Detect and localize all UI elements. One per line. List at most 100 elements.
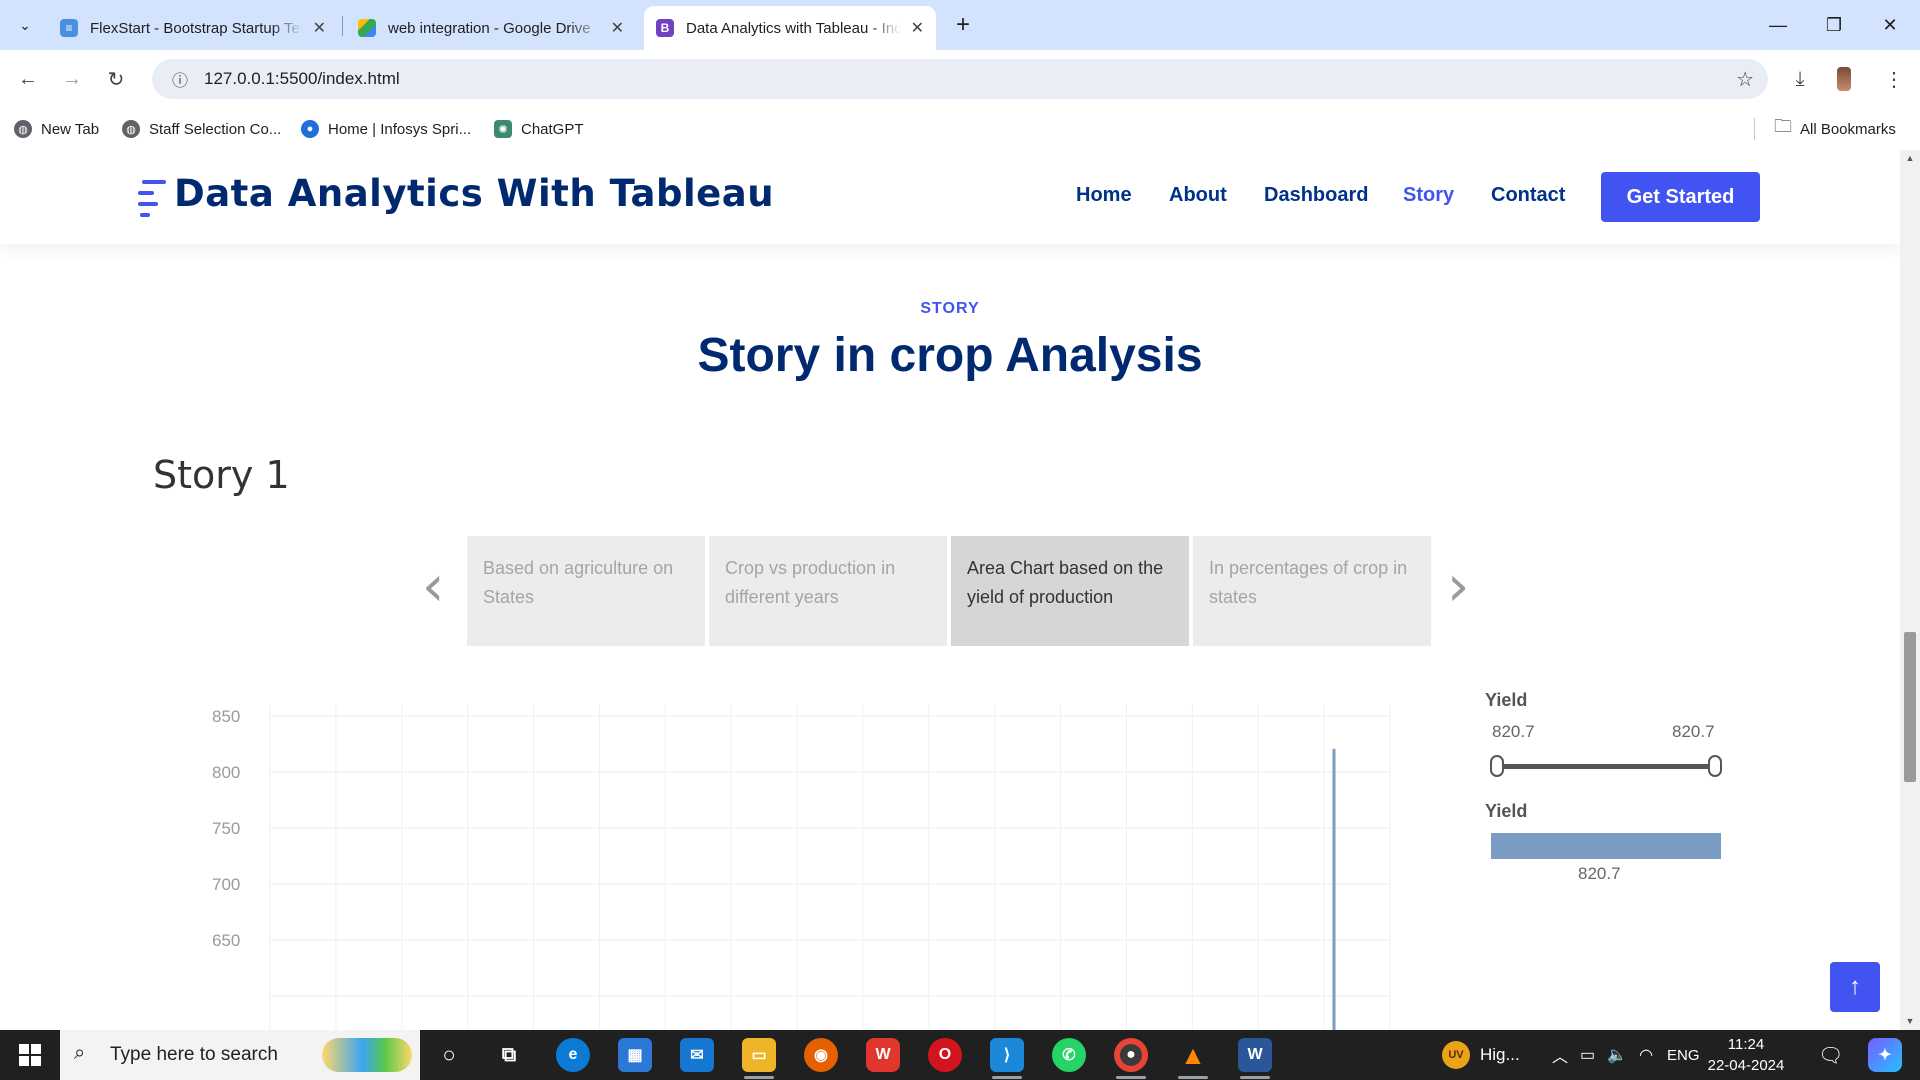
tab-search-chevron-icon[interactable]: ⌄ xyxy=(10,10,40,40)
range-slider-track[interactable] xyxy=(1497,764,1715,769)
nav-story[interactable]: Story xyxy=(1403,184,1454,207)
nav-contact[interactable]: Contact xyxy=(1491,184,1565,207)
file-explorer-icon[interactable]: ▭ xyxy=(742,1038,776,1072)
scroll-up-arrow-icon[interactable]: ▲ xyxy=(1900,153,1920,167)
bookmark-label: New Tab xyxy=(41,120,100,138)
range-filter-title: Yield xyxy=(1485,690,1528,710)
bookmark-label: ChatGPT xyxy=(521,120,584,138)
story-prev-arrow-icon[interactable]: ‹ xyxy=(422,554,444,619)
site-info-icon[interactable]: ⓘ xyxy=(162,67,198,91)
globe-icon: ◍ xyxy=(14,120,32,138)
address-bar[interactable]: ⓘ 127.0.0.1:5500/index.html ☆ xyxy=(152,59,1768,99)
scroll-down-arrow-icon[interactable]: ▼ xyxy=(1900,1016,1920,1030)
search-icon: ⌕ xyxy=(74,1042,86,1064)
language-indicator[interactable]: ENG xyxy=(1667,1047,1700,1064)
back-to-top-button[interactable]: ↑ xyxy=(1830,962,1880,1012)
firefox-icon[interactable]: ◉ xyxy=(804,1038,838,1072)
browser-tab-google-drive[interactable]: web integration - Google Drive ✕ xyxy=(346,6,636,50)
vscode-icon[interactable]: ⟩ xyxy=(990,1038,1024,1072)
browser-tab-active[interactable]: B Data Analytics with Tableau - Index ✕ xyxy=(644,6,936,50)
scrollbar-thumb[interactable] xyxy=(1904,632,1916,782)
weather-text: Hig... xyxy=(1480,1045,1520,1064)
whatsapp-icon[interactable]: ✆ xyxy=(1052,1038,1086,1072)
get-started-button[interactable]: Get Started xyxy=(1601,172,1760,222)
volume-icon[interactable]: 🔈 xyxy=(1607,1045,1627,1065)
back-arrow-icon[interactable]: ← xyxy=(12,63,44,95)
task-view-icon[interactable]: ⧉ xyxy=(492,1038,526,1072)
range-slider-max-handle[interactable] xyxy=(1708,755,1722,777)
mail-icon[interactable]: ✉ xyxy=(680,1038,714,1072)
notifications-icon[interactable]: 🗨 xyxy=(1818,1030,1843,1080)
y-tick-label: 800 xyxy=(212,763,240,782)
section-kicker: STORY xyxy=(920,300,980,317)
bookmark-star-icon[interactable]: ☆ xyxy=(1736,67,1754,92)
bookmark-new-tab[interactable]: ◍ New Tab xyxy=(14,116,99,142)
browser-menu-icon[interactable]: ⋮ xyxy=(1878,63,1910,95)
nav-dashboard[interactable]: Dashboard xyxy=(1264,184,1368,207)
clock-date: 22-04-2024 xyxy=(1707,1057,1785,1074)
windows-start-icon[interactable] xyxy=(0,1030,60,1080)
browser-toolbar: ← → ↻ ⓘ 127.0.0.1:5500/index.html ☆ ⤓ ⋮ xyxy=(0,50,1920,108)
weather-widget[interactable]: UV Hig... xyxy=(1442,1030,1520,1080)
y-tick-label: 750 xyxy=(212,819,240,838)
new-tab-plus-icon[interactable]: + xyxy=(948,10,978,40)
page-scrollbar[interactable]: ▲ ▼ xyxy=(1900,150,1920,1030)
tab-title: FlexStart - Bootstrap Startup Template xyxy=(90,19,303,37)
story-next-arrow-icon[interactable]: › xyxy=(1447,554,1469,619)
wifi-icon[interactable]: ◠ xyxy=(1639,1045,1653,1065)
folder-icon: 🗀 xyxy=(1774,116,1792,136)
edge-icon[interactable]: e xyxy=(556,1038,590,1072)
minimize-icon[interactable]: — xyxy=(1750,0,1806,50)
taskbar-search-box[interactable]: ⌕ Type here to search xyxy=(60,1030,420,1080)
area-chart[interactable]: 850 800 750 700 650 xyxy=(210,674,1460,1030)
bookmarks-bar: ◍ New Tab ◍ Staff Selection Co... ● Home… xyxy=(0,108,1920,150)
system-tray-icons[interactable]: ︿ ▭ 🔈 ◠ ENG xyxy=(1552,1030,1700,1080)
opera-icon[interactable]: O xyxy=(928,1038,962,1072)
vlc-icon[interactable]: ▲ xyxy=(1176,1038,1210,1072)
story-point-2[interactable]: Crop vs production in different years xyxy=(709,536,947,646)
logo-lines-icon[interactable] xyxy=(138,180,166,217)
running-indicator xyxy=(1116,1076,1146,1079)
profile-avatar[interactable] xyxy=(1828,63,1860,95)
tray-overflow-chevron-icon[interactable]: ︿ xyxy=(1552,1043,1568,1067)
bookmark-divider xyxy=(1754,118,1755,140)
reload-icon[interactable]: ↻ xyxy=(100,63,132,95)
running-indicator xyxy=(1240,1076,1270,1079)
cortana-icon[interactable]: ○ xyxy=(432,1038,466,1072)
restore-icon[interactable]: ❐ xyxy=(1806,0,1862,50)
bookmark-chatgpt[interactable]: ✺ ChatGPT xyxy=(494,116,584,142)
battery-icon[interactable]: ▭ xyxy=(1580,1045,1595,1065)
site-header: Data Analytics With Tableau Home About D… xyxy=(0,150,1900,244)
taskbar-clock[interactable]: 11:24 22-04-2024 xyxy=(1706,1034,1786,1076)
story-title: Story 1 xyxy=(153,453,290,497)
story-point-3-selected[interactable]: Area Chart based on the yield of product… xyxy=(951,536,1189,646)
close-tab-icon[interactable]: ✕ xyxy=(611,18,624,38)
bookmark-infosys[interactable]: ● Home | Infosys Spri... xyxy=(301,116,471,142)
bookmark-staff-selection[interactable]: ◍ Staff Selection Co... xyxy=(122,116,281,142)
story-point-4[interactable]: In percentages of crop in states xyxy=(1193,536,1431,646)
wps-office-icon[interactable]: W xyxy=(866,1038,900,1072)
story-point-1[interactable]: Based on agriculture on States xyxy=(467,536,705,646)
site-logo-text[interactable]: Data Analytics With Tableau xyxy=(174,172,774,215)
word-icon[interactable]: W xyxy=(1238,1038,1272,1072)
range-slider-min-handle[interactable] xyxy=(1490,755,1504,777)
copilot-icon[interactable]: ✦ xyxy=(1868,1038,1902,1072)
close-tab-icon[interactable]: ✕ xyxy=(911,18,924,38)
chrome-icon[interactable]: ● xyxy=(1114,1038,1148,1072)
nav-home[interactable]: Home xyxy=(1076,184,1132,207)
download-icon[interactable]: ⤓ xyxy=(1784,63,1816,95)
close-window-icon[interactable]: ✕ xyxy=(1862,0,1918,50)
url-text[interactable]: 127.0.0.1:5500/index.html xyxy=(204,69,400,89)
google-drive-icon xyxy=(358,19,376,37)
all-bookmarks-button[interactable]: 🗀 All Bookmarks xyxy=(1774,116,1896,142)
close-tab-icon[interactable]: ✕ xyxy=(313,18,326,38)
running-indicator xyxy=(992,1076,1022,1079)
y-tick-label: 650 xyxy=(212,931,240,950)
y-tick-label: 700 xyxy=(212,875,240,894)
browser-tab-flexstart[interactable]: ≡ FlexStart - Bootstrap Startup Template… xyxy=(48,6,338,50)
forward-arrow-icon[interactable]: → xyxy=(56,63,88,95)
clock-time: 11:24 xyxy=(1727,1036,1765,1053)
nav-about[interactable]: About xyxy=(1169,184,1227,207)
size-legend-bar xyxy=(1491,833,1721,859)
microsoft-store-icon[interactable]: ▦ xyxy=(618,1038,652,1072)
